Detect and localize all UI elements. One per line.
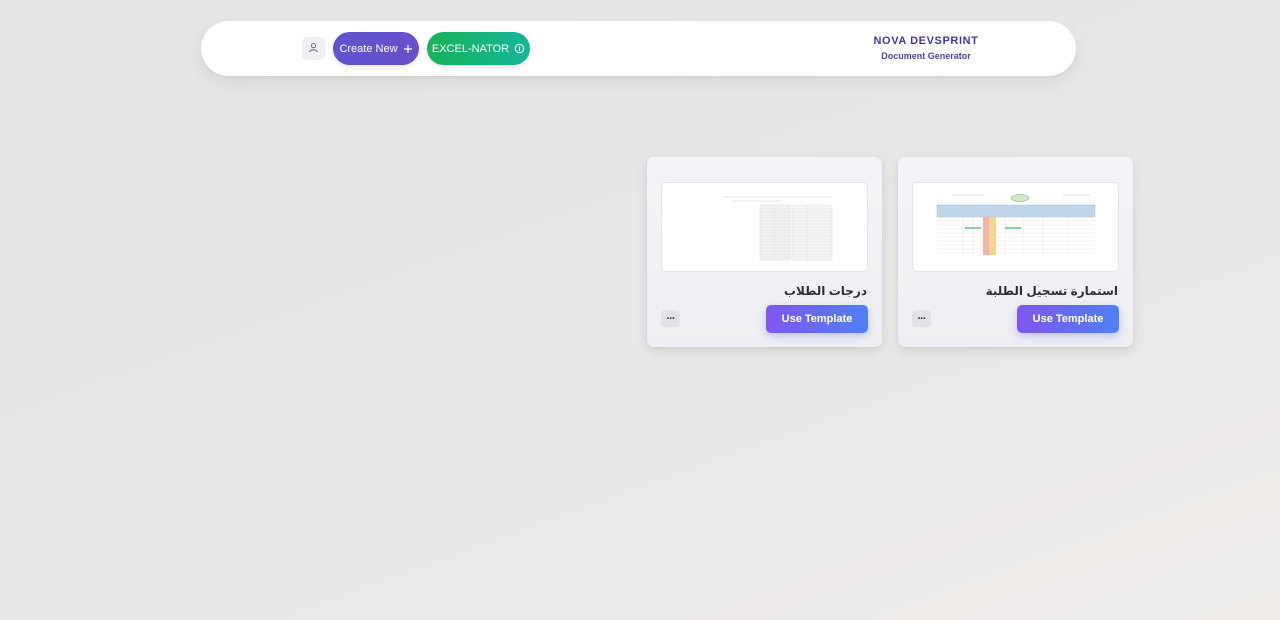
template-thumbnail[interactable] [912, 182, 1119, 272]
document-preview-image [923, 191, 1108, 263]
brand: NOVA DEVSPRINT Document Generator [861, 35, 991, 61]
template-name: استمارة تسجيل الطلبة [985, 284, 1118, 298]
template-card: درجات الطلاب ··· Use Template [647, 157, 882, 347]
create-new-button[interactable]: Create New [333, 32, 419, 65]
plus-icon [403, 44, 413, 54]
document-preview-image [672, 193, 857, 261]
template-thumbnail[interactable] [661, 182, 868, 272]
create-new-label: Create New [339, 42, 398, 55]
user-profile-button[interactable] [302, 37, 325, 60]
more-options-button[interactable]: ··· [912, 310, 931, 327]
user-icon [308, 40, 319, 58]
excel-nator-button[interactable]: EXCEL-NATOR [427, 32, 530, 65]
top-navigation-bar: Create New EXCEL-NATOR NOVA DEVSPRINT Do… [201, 21, 1076, 76]
use-template-button[interactable]: Use Template [1017, 305, 1119, 333]
use-template-button[interactable]: Use Template [766, 305, 868, 333]
info-icon [514, 43, 525, 54]
template-name: درجات الطلاب [783, 284, 867, 298]
excel-nator-label: EXCEL-NATOR [431, 42, 510, 55]
brand-subtitle: Document Generator [881, 51, 971, 61]
more-options-button[interactable]: ··· [661, 310, 680, 327]
template-card: استمارة تسجيل الطلبة ··· Use Template [898, 157, 1133, 347]
brand-title: NOVA DEVSPRINT [873, 35, 979, 47]
